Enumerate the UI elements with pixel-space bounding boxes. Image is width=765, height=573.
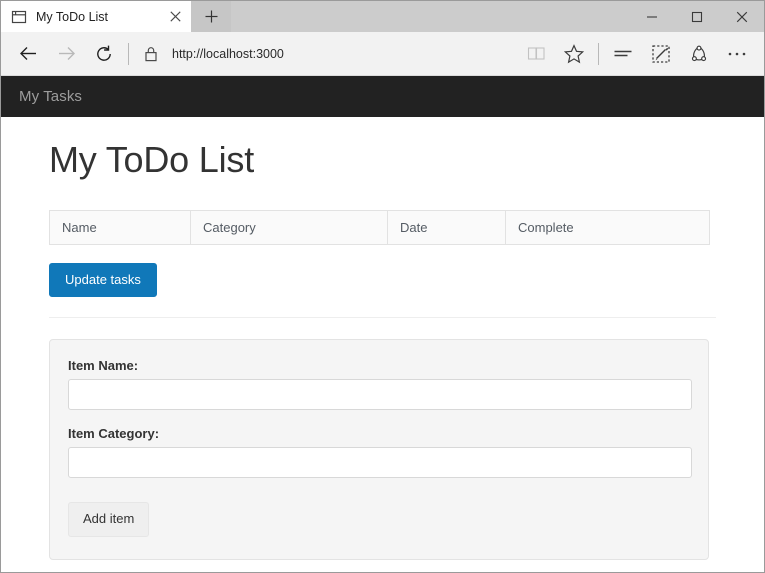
back-arrow-icon — [18, 43, 39, 64]
refresh-button[interactable] — [85, 35, 123, 73]
column-header-complete: Complete — [506, 211, 710, 245]
toolbar-action-icons — [517, 35, 756, 73]
section-divider — [49, 317, 716, 318]
page-viewport: My Tasks My ToDo List Name Category Date… — [1, 76, 764, 572]
tab-my-todo-list[interactable]: My ToDo List — [1, 1, 191, 32]
minimize-icon — [646, 11, 658, 23]
hub-lines-icon — [613, 46, 633, 62]
page-container: My ToDo List Name Category Date Complete — [1, 139, 764, 560]
browser-toolbar: http://localhost:3000 — [1, 32, 764, 76]
close-icon — [736, 11, 748, 23]
forward-arrow-icon — [56, 43, 77, 64]
web-note-pen-icon — [651, 44, 671, 64]
favorites-button[interactable] — [555, 35, 593, 73]
plus-icon — [205, 10, 218, 23]
address-bar-text: http://localhost:3000 — [172, 47, 284, 61]
share-button[interactable] — [680, 35, 718, 73]
item-category-form-group: Item Category: — [68, 426, 690, 478]
toolbar-divider-2 — [598, 43, 599, 65]
minimize-button[interactable] — [629, 1, 674, 32]
item-name-form-group: Item Name: — [68, 358, 690, 410]
maximize-icon — [691, 11, 703, 23]
add-item-form-panel: Item Name: Item Category: Add item — [49, 339, 709, 559]
browser-window: My ToDo List — [0, 0, 765, 573]
table-header-row: Name Category Date Complete — [50, 211, 710, 245]
column-header-date: Date — [388, 211, 506, 245]
refresh-icon — [94, 44, 114, 64]
tab-title: My ToDo List — [36, 10, 165, 24]
ellipsis-icon — [727, 51, 747, 57]
item-name-input[interactable] — [68, 379, 692, 410]
window-controls — [629, 1, 764, 32]
web-note-button[interactable] — [642, 35, 680, 73]
settings-more-button[interactable] — [718, 35, 756, 73]
browser-window-icon — [11, 9, 27, 25]
close-window-button[interactable] — [719, 1, 764, 32]
site-security-button[interactable] — [134, 35, 168, 73]
toolbar-divider — [128, 43, 129, 65]
tasks-table: Name Category Date Complete — [49, 210, 710, 245]
lock-icon — [143, 45, 159, 63]
new-tab-button[interactable] — [191, 1, 231, 32]
column-header-name: Name — [50, 211, 191, 245]
tasks-table-head: Name Category Date Complete — [50, 211, 710, 245]
item-name-label: Item Name: — [68, 358, 690, 373]
maximize-button[interactable] — [674, 1, 719, 32]
site-brand[interactable]: My Tasks — [19, 88, 82, 105]
update-tasks-button[interactable]: Update tasks — [49, 263, 157, 297]
share-icon — [689, 44, 709, 64]
item-category-input[interactable] — [68, 447, 692, 478]
reading-view-button[interactable] — [517, 35, 555, 73]
site-navbar: My Tasks — [1, 76, 764, 117]
title-bar: My ToDo List — [1, 1, 764, 32]
tab-close-icon[interactable] — [165, 7, 185, 27]
tab-strip: My ToDo List — [1, 1, 231, 32]
column-header-category: Category — [191, 211, 388, 245]
title-bar-spacer — [231, 1, 629, 32]
book-icon — [527, 45, 546, 62]
add-item-button[interactable]: Add item — [68, 502, 149, 536]
hub-button[interactable] — [604, 35, 642, 73]
page-title: My ToDo List — [49, 139, 716, 181]
item-category-label: Item Category: — [68, 426, 690, 441]
star-icon — [564, 44, 584, 64]
back-button[interactable] — [9, 35, 47, 73]
forward-button[interactable] — [47, 35, 85, 73]
address-bar[interactable]: http://localhost:3000 — [168, 35, 517, 73]
